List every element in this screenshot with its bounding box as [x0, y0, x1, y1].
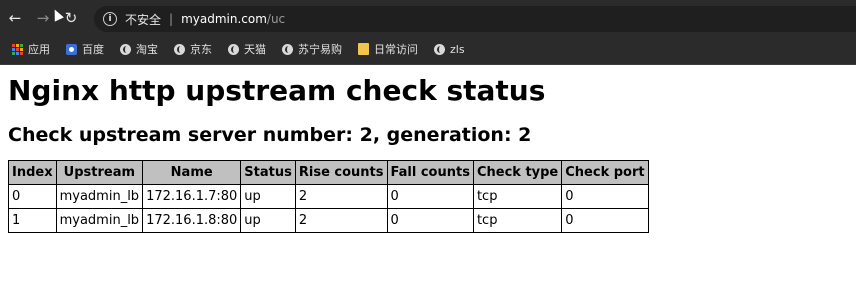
url-host[interactable]: myadmin.com	[181, 12, 267, 26]
folder-icon	[358, 43, 369, 55]
table-cell: 172.16.1.7:80	[142, 184, 242, 209]
security-label[interactable]: 不安全	[125, 11, 161, 28]
chrome-divider	[0, 64, 856, 65]
table-cell: up	[240, 184, 296, 209]
globe-icon	[120, 43, 131, 55]
table-cell: 0	[386, 184, 474, 209]
bookmark-label: 百度	[82, 43, 104, 56]
table-cell: 2	[294, 184, 388, 209]
forward-button[interactable]: →	[30, 5, 56, 31]
url-separator: |	[169, 12, 174, 26]
info-icon[interactable]: i	[103, 12, 117, 26]
table-row: 0 myadmin_lb 172.16.1.7:80 up 2 0 tcp 0	[8, 184, 649, 209]
page-title: Nginx http upstream check status	[8, 74, 546, 107]
column-header: Status	[240, 160, 296, 185]
globe-icon	[174, 43, 185, 55]
arrow-right-icon: →	[36, 9, 50, 27]
bookmark-tmall[interactable]: 天猫	[228, 41, 266, 57]
page-subtitle: Check upstream server number: 2, generat…	[8, 124, 532, 146]
globe-icon	[228, 43, 239, 55]
table-cell: tcp	[472, 184, 563, 209]
table-row: 1 myadmin_lb 172.16.1.8:80 up 2 0 tcp 0	[8, 208, 649, 233]
table-cell: 0	[386, 208, 474, 233]
bookmark-label: 应用	[28, 43, 50, 56]
bookmark-label: 京东	[190, 43, 212, 56]
table-header-row: Index Upstream Name Status Rise counts F…	[8, 160, 649, 185]
bookmark-label: 日常访问	[374, 43, 418, 56]
bookmark-suning[interactable]: 苏宁易购	[282, 41, 342, 57]
table-cell: 2	[294, 208, 388, 233]
page-content: Nginx http upstream check status Check u…	[0, 74, 856, 233]
baidu-paw-icon	[66, 43, 77, 55]
url-path[interactable]: /uc	[267, 12, 285, 26]
address-bar[interactable]: i 不安全 | myadmin.com/uc	[94, 6, 856, 32]
globe-icon	[282, 43, 293, 55]
column-header: Check port	[561, 160, 649, 185]
back-button[interactable]: ←	[2, 5, 28, 31]
bookmark-apps[interactable]: 应用	[12, 41, 50, 57]
column-header: Check type	[472, 160, 563, 185]
globe-icon	[434, 43, 445, 55]
column-header: Rise counts	[294, 160, 388, 185]
table-cell: myadmin_lb	[55, 184, 144, 209]
column-header: Fall counts	[386, 160, 474, 185]
bookmark-label: 天猫	[244, 43, 266, 56]
table-cell: 0	[561, 184, 649, 209]
upstream-status-table: Index Upstream Name Status Rise counts F…	[8, 160, 649, 233]
reload-icon: ↻	[64, 9, 78, 27]
column-header: Name	[142, 160, 242, 185]
table-cell: 172.16.1.8:80	[142, 208, 242, 233]
table-cell: myadmin_lb	[55, 208, 144, 233]
bookmark-zls[interactable]: zls	[434, 43, 465, 56]
bookmarks-bar: 应用 百度 淘宝 京东 天猫 苏宁易购 日常访问 zls	[0, 36, 856, 62]
column-header: Upstream	[55, 160, 144, 185]
browser-toolbar: ← → ↻ i 不安全 | myadmin.com/uc	[0, 0, 856, 36]
table-cell: 0	[8, 184, 57, 209]
browser-chrome: ← → ↻ i 不安全 | myadmin.com/uc 应用 百度 淘宝 京东…	[0, 0, 856, 64]
table-cell: up	[240, 208, 296, 233]
bookmark-label: 淘宝	[136, 43, 158, 56]
bookmark-taobao[interactable]: 淘宝	[120, 41, 158, 57]
bookmark-label: zls	[450, 42, 465, 56]
bookmark-label: 苏宁易购	[298, 43, 342, 56]
bookmark-folder-daily[interactable]: 日常访问	[358, 41, 418, 57]
table-cell: tcp	[472, 208, 563, 233]
table-cell: 1	[8, 208, 57, 233]
table-cell: 0	[561, 208, 649, 233]
bookmark-jd[interactable]: 京东	[174, 41, 212, 57]
column-header: Index	[8, 160, 57, 185]
arrow-left-icon: ←	[8, 9, 22, 27]
apps-grid-icon	[12, 43, 23, 55]
bookmark-baidu[interactable]: 百度	[66, 41, 104, 57]
